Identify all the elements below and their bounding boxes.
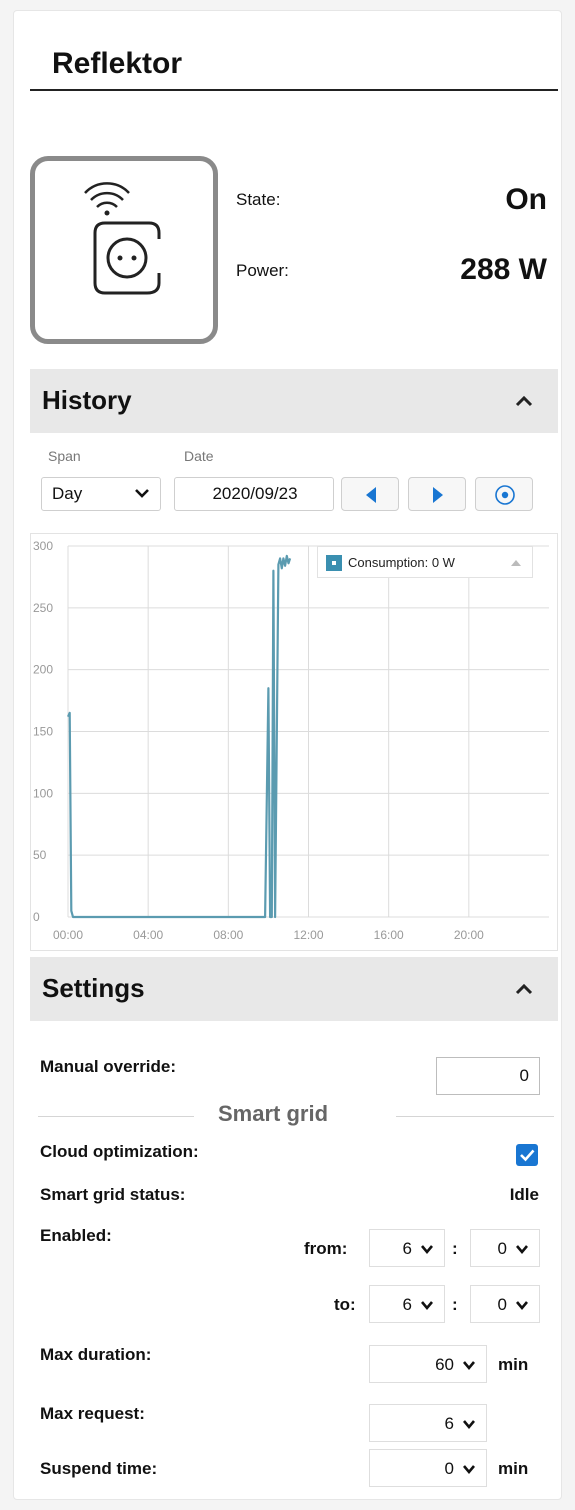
series-line-consumption: [66, 554, 292, 919]
state-label: State:: [236, 190, 281, 209]
target-icon: [495, 485, 515, 505]
from-minute-value: 0: [497, 1239, 507, 1258]
previous-day-button[interactable]: [341, 477, 399, 511]
suspend-time-select[interactable]: 0: [369, 1449, 487, 1487]
from-minute-select[interactable]: 0: [470, 1229, 540, 1267]
y-tick-label: 50: [33, 848, 47, 862]
max-duration-select[interactable]: 60: [369, 1345, 487, 1383]
chevron-down-icon: [421, 1245, 433, 1255]
arrow-right-icon: [433, 487, 443, 503]
manual-override-label: Manual override:: [40, 1057, 177, 1076]
y-tick-label: 100: [33, 786, 53, 800]
smart-plug-wifi-icon: [84, 182, 161, 295]
x-tick-label: 20:00: [454, 928, 484, 942]
divider-left: [38, 1116, 194, 1117]
next-day-button[interactable]: [408, 477, 466, 511]
max-duration-unit: min: [498, 1355, 529, 1374]
legend-label: Consumption: 0 W: [348, 555, 455, 570]
chart-legend[interactable]: Consumption: 0 W: [317, 546, 533, 578]
max-request-select[interactable]: 6: [369, 1404, 487, 1442]
divider-right: [396, 1116, 554, 1117]
arrow-left-icon: [366, 487, 376, 503]
history-chart: 0 50 100 150 200 250 300 00:00 04:00 08:00 12:00 16…: [30, 533, 558, 951]
suspend-time-unit: min: [498, 1459, 529, 1478]
today-button[interactable]: [475, 477, 533, 511]
device-icon-box: [30, 156, 218, 344]
enabled-label: Enabled:: [40, 1226, 112, 1245]
cloud-optimization-label: Cloud optimization:: [40, 1142, 199, 1161]
max-duration-value: 60: [435, 1355, 454, 1374]
y-tick-label: 250: [33, 601, 53, 615]
chevron-down-icon: [463, 1465, 475, 1475]
max-request-label: Max request:: [40, 1404, 145, 1423]
suspend-time-label: Suspend time:: [40, 1459, 158, 1478]
y-tick-label: 200: [33, 663, 53, 677]
time-colon: :: [452, 1295, 458, 1314]
caret-up-icon[interactable]: [510, 558, 522, 568]
to-minute-select[interactable]: 0: [470, 1285, 540, 1323]
chevron-up-icon[interactable]: [512, 977, 536, 1001]
device-title: Reflektor: [52, 47, 183, 80]
chevron-down-icon: [516, 1245, 528, 1255]
span-select[interactable]: Day: [41, 477, 161, 511]
y-tick-label: 300: [33, 539, 53, 553]
device-panel: Reflektor State: On Power: 288 W History…: [13, 10, 562, 1500]
history-title: History: [42, 385, 132, 415]
to-hour-value: 6: [402, 1295, 412, 1314]
date-label: Date: [184, 448, 214, 464]
chevron-down-icon: [135, 489, 149, 498]
from-hour-select[interactable]: 6: [369, 1229, 445, 1267]
smart-grid-status-value: Idle: [509, 1185, 539, 1204]
to-hour-select[interactable]: 6: [369, 1285, 445, 1323]
checkmark-icon: [520, 1149, 535, 1162]
chart-canvas: 0 50 100 150 200 250 300 00:00 04:00 08:00 12:00 16…: [33, 539, 549, 942]
y-tick-label: 150: [33, 725, 53, 739]
from-label: from:: [304, 1239, 348, 1258]
legend-swatch: [326, 555, 342, 571]
max-duration-label: Max duration:: [40, 1345, 152, 1364]
date-field[interactable]: 2020/09/23: [174, 477, 334, 511]
time-colon: :: [452, 1239, 458, 1258]
chevron-down-icon: [421, 1301, 433, 1311]
max-request-value: 6: [444, 1414, 454, 1433]
chevron-down-icon: [463, 1420, 475, 1430]
x-tick-label: 12:00: [293, 928, 323, 942]
chevron-down-icon: [516, 1301, 528, 1311]
x-tick-label: 00:00: [53, 928, 83, 942]
history-header[interactable]: History: [30, 369, 558, 433]
chevron-up-icon[interactable]: [512, 389, 536, 413]
power-label: Power:: [236, 261, 289, 280]
x-tick-label: 08:00: [213, 928, 243, 942]
x-tick-label: 16:00: [374, 928, 404, 942]
span-label: Span: [48, 448, 81, 464]
x-tick-label: 04:00: [133, 928, 163, 942]
power-value: 288 W: [460, 253, 547, 286]
y-tick-label: 0: [33, 910, 40, 924]
manual-override-input[interactable]: 0: [436, 1057, 540, 1095]
to-minute-value: 0: [497, 1295, 507, 1314]
state-value: On: [505, 183, 547, 216]
span-select-value: Day: [52, 484, 83, 503]
settings-header[interactable]: Settings: [30, 957, 558, 1021]
date-field-value: 2020/09/23: [212, 484, 298, 503]
to-label: to:: [334, 1295, 356, 1314]
from-hour-value: 6: [402, 1239, 412, 1258]
settings-title: Settings: [42, 973, 145, 1003]
title-bar: Reflektor: [30, 29, 558, 91]
cloud-optimization-checkbox[interactable]: [516, 1144, 538, 1166]
smart-grid-title: Smart grid: [218, 1101, 329, 1126]
smart-grid-status-label: Smart grid status:: [40, 1185, 186, 1204]
suspend-time-value: 0: [444, 1459, 454, 1478]
chevron-down-icon: [463, 1361, 475, 1371]
